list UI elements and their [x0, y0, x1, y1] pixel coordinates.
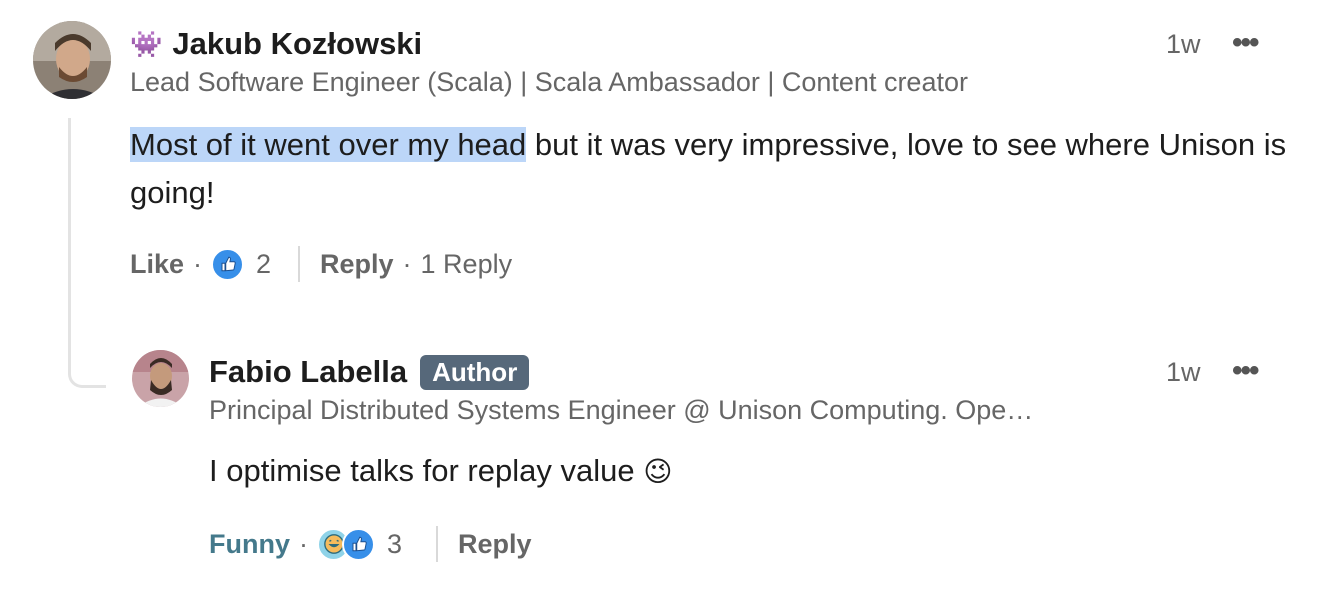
dot-separator: · [402, 248, 412, 279]
alien-emoji-icon: 👾 [130, 28, 163, 59]
comment-text: Most of it went over my head but it was … [130, 121, 1300, 217]
author-name[interactable]: Fabio Labella [209, 354, 407, 390]
reply-actions: Reply · 1 Reply [320, 246, 512, 282]
highlighted-text: Most of it went over my head [130, 127, 527, 162]
author-line: 👾 Jakub Kozłowski [130, 24, 422, 64]
timestamp: 1w [1166, 29, 1201, 59]
action-divider [298, 246, 300, 282]
timestamp: 1w [1166, 357, 1201, 387]
reply-text-content: I optimise talks for replay value [209, 453, 635, 488]
avatar[interactable] [132, 350, 189, 407]
avatar[interactable] [33, 21, 111, 99]
reply-button[interactable]: Reply [320, 249, 394, 280]
reply-author-line: Fabio Labella Author [209, 352, 530, 392]
reply-action: Reply [458, 526, 532, 562]
funny-button[interactable]: Funny [209, 529, 290, 560]
wink-emoji-icon: 😉 [643, 456, 673, 487]
reply-reactions: Funny · 3 [209, 526, 402, 562]
author-headline: Lead Software Engineer (Scala) | Scala A… [130, 67, 968, 97]
like-reaction-icon[interactable] [342, 527, 375, 561]
reaction-count[interactable]: 3 [387, 529, 402, 560]
author-headline: Principal Distributed Systems Engineer @… [209, 395, 1034, 425]
more-options-icon[interactable]: ••• [1232, 26, 1259, 60]
more-options-icon[interactable]: ••• [1232, 354, 1259, 388]
comment-actions: Like · 2 [130, 246, 271, 282]
author-badge: Author [420, 354, 530, 390]
dot-separator: · [299, 528, 308, 559]
like-reaction-icon[interactable] [211, 247, 245, 281]
dot-separator: · [193, 248, 203, 279]
replies-count-link[interactable]: 1 Reply [421, 249, 513, 280]
author-name[interactable]: Jakub Kozłowski [172, 26, 422, 62]
reply-text: I optimise talks for replay value 😉 [209, 447, 1209, 496]
action-divider [436, 526, 438, 562]
reaction-count[interactable]: 2 [256, 249, 271, 280]
thread-connector-line [68, 118, 106, 388]
like-button[interactable]: Like [130, 249, 184, 280]
reply-button[interactable]: Reply [458, 529, 532, 560]
